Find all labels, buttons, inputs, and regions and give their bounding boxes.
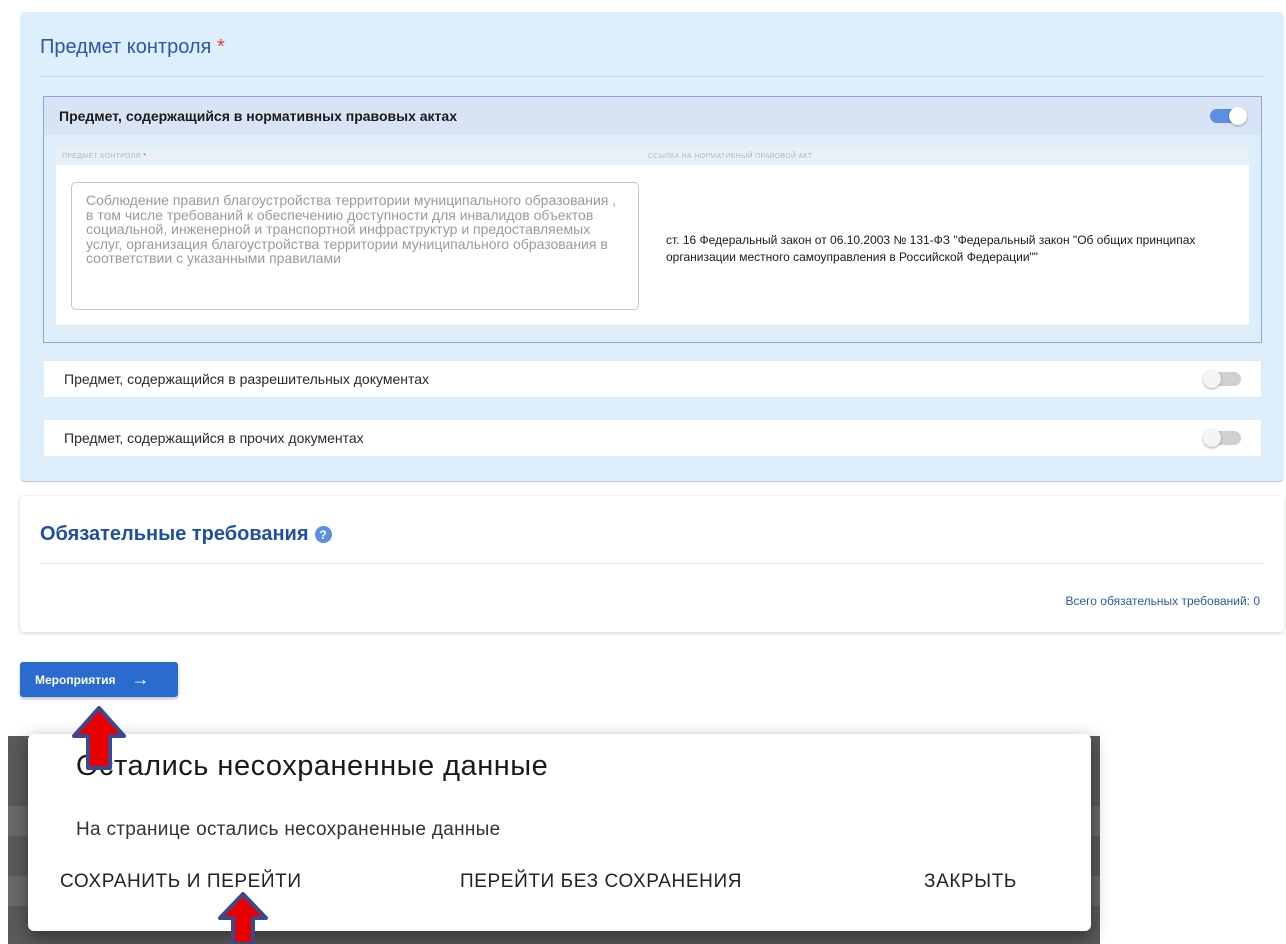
- permit-docs-row: Предмет, содержащийся в разрешительных д…: [43, 360, 1262, 398]
- question-circle-icon[interactable]: ?: [314, 526, 332, 543]
- section-title-text: Предмет контроля: [40, 36, 212, 58]
- required-mark: *: [143, 153, 147, 160]
- table-row: Соблюдение правил благоустройства террит…: [56, 165, 1249, 325]
- requirements-title: Обязательные требования ?: [40, 523, 332, 546]
- requirements-section: Обязательные требования ? Всего обязател…: [20, 496, 1284, 632]
- save-and-go-button[interactable]: СОХРАНИТЬ И ПЕРЕЙТИ: [60, 871, 460, 893]
- required-mark: *: [216, 36, 225, 58]
- other-docs-toggle[interactable]: [1203, 429, 1241, 447]
- toggle-knob: [1229, 107, 1247, 125]
- permit-docs-toggle[interactable]: [1203, 370, 1241, 388]
- column-act-link-header: ССЫЛКА НА НОРМАТИВНЫЙ ПРАВОВОЙ АКТ: [648, 153, 813, 160]
- toggle-knob: [1203, 370, 1221, 388]
- npa-block-body: ПРЕДМЕТ КОНТРОЛЯ * ССЫЛКА НА НОРМАТИВНЫЙ…: [44, 135, 1261, 342]
- close-button[interactable]: ЗАКРЫТЬ: [924, 871, 1017, 893]
- column-subject-label: ПРЕДМЕТ КОНТРОЛЯ: [62, 153, 141, 160]
- npa-subject-block: Предмет, содержащийся в нормативных прав…: [43, 96, 1262, 343]
- dialog-title: Остались несохраненные данные: [76, 750, 549, 782]
- divider: [40, 76, 1264, 77]
- toggle-knob: [1203, 429, 1221, 447]
- annotation-arrow-icon: [72, 706, 126, 770]
- requirements-total: Всего обязательных требований: 0: [1065, 594, 1260, 608]
- control-subject-section: Предмет контроля * Предмет, содержащийся…: [20, 12, 1284, 482]
- annotation-arrow-icon: [218, 892, 268, 944]
- other-docs-label: Предмет, содержащийся в прочих документа…: [64, 430, 364, 446]
- unsaved-data-dialog: Остались несохраненные данные На страниц…: [28, 734, 1091, 931]
- go-without-save-button[interactable]: ПЕРЕЙТИ БЕЗ СОХРАНЕНИЯ: [460, 871, 924, 893]
- other-docs-row: Предмет, содержащийся в прочих документа…: [43, 419, 1262, 457]
- divider: [40, 563, 1264, 564]
- arrow-right-icon: →: [131, 669, 150, 689]
- requirements-title-text: Обязательные требования: [40, 523, 309, 545]
- events-button[interactable]: Мероприятия →: [20, 662, 178, 697]
- npa-toggle[interactable]: [1210, 107, 1247, 125]
- npa-block-label: Предмет, содержащийся в нормативных прав…: [59, 108, 457, 124]
- column-subject-header: ПРЕДМЕТ КОНТРОЛЯ *: [62, 153, 146, 160]
- permit-docs-label: Предмет, содержащийся в разрешительных д…: [64, 371, 430, 387]
- dialog-message: На странице остались несохраненные данны…: [76, 819, 501, 840]
- dialog-actions: СОХРАНИТЬ И ПЕРЕЙТИ ПЕРЕЙТИ БЕЗ СОХРАНЕН…: [60, 871, 1017, 893]
- act-link-text: ст. 16 Федеральный закон от 06.10.2003 №…: [666, 233, 1196, 264]
- subject-textarea[interactable]: Соблюдение правил благоустройства террит…: [71, 182, 639, 310]
- table-header: ПРЕДМЕТ КОНТРОЛЯ * ССЫЛКА НА НОРМАТИВНЫЙ…: [56, 147, 1249, 165]
- events-button-label: Мероприятия: [35, 672, 116, 687]
- npa-block-header: Предмет, содержащийся в нормативных прав…: [44, 97, 1261, 135]
- section-title: Предмет контроля *: [40, 36, 225, 59]
